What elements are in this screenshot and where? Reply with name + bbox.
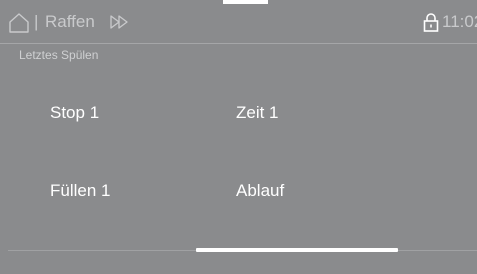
display-screen: | Raffen 11:02 Letztes Spülen Stop 1 Zei… bbox=[0, 0, 477, 274]
header-separator: | bbox=[34, 12, 39, 31]
menu-item-stop-1[interactable]: Stop 1 bbox=[50, 102, 99, 124]
program-name: Raffen bbox=[45, 12, 95, 31]
menu-item-ablauf[interactable]: Ablauf bbox=[236, 180, 284, 202]
lock-icon[interactable] bbox=[423, 12, 439, 32]
home-icon[interactable] bbox=[8, 12, 30, 34]
fast-forward-icon bbox=[110, 15, 128, 29]
section-title: Letztes Spülen bbox=[19, 48, 99, 62]
clock-time: 11:02 bbox=[442, 12, 477, 31]
status-bar: | Raffen 11:02 bbox=[0, 0, 477, 44]
scroll-indicator[interactable] bbox=[196, 248, 398, 252]
menu-item-zeit-1[interactable]: Zeit 1 bbox=[236, 102, 279, 124]
menu-item-fuellen-1[interactable]: Füllen 1 bbox=[50, 180, 110, 202]
